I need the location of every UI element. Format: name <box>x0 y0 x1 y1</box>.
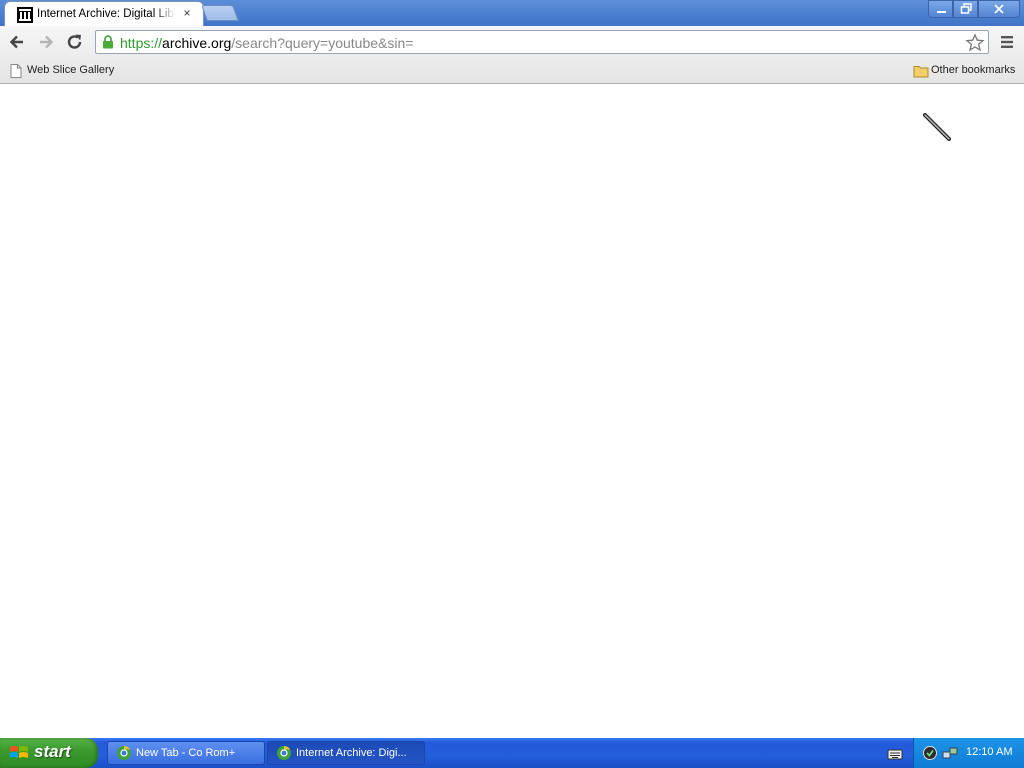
folder-icon <box>913 66 929 78</box>
clock: 12:10 AM <box>966 746 1013 758</box>
busy-cursor-icon <box>923 113 951 141</box>
url-path: /search?query=youtube&sin= <box>231 35 414 51</box>
internet-archive-icon <box>17 7 33 23</box>
restore-button[interactable] <box>953 0 978 18</box>
chrome-icon <box>277 745 291 760</box>
back-button[interactable] <box>7 32 27 52</box>
bookmarks-bar: Web Slice Gallery Other bookmarks <box>0 58 1024 84</box>
close-window-button[interactable] <box>978 0 1020 18</box>
network-icon[interactable] <box>942 745 958 761</box>
back-arrow-icon <box>9 35 23 49</box>
page-icon <box>10 64 22 78</box>
close-tab-icon[interactable]: × <box>180 6 194 20</box>
close-icon <box>994 4 1004 14</box>
url-scheme: https:// <box>120 35 163 51</box>
other-bookmarks[interactable]: Other bookmarks <box>913 63 1019 79</box>
lock-icon <box>103 35 113 49</box>
bookmark-label: Web Slice Gallery <box>27 64 115 76</box>
windows-logo-icon <box>10 746 28 758</box>
other-bookmarks-label: Other bookmarks <box>931 64 1016 76</box>
taskbar: start New Tab - Co Rom+ Internet Archive… <box>0 738 1024 768</box>
forward-arrow-icon <box>40 35 54 49</box>
security-shield-icon[interactable] <box>922 745 938 761</box>
reload-button[interactable] <box>65 32 85 52</box>
url-text[interactable]: https://archive.org/search?query=youtube… <box>120 34 413 52</box>
keyboard-icon[interactable] <box>887 747 903 761</box>
minimize-icon <box>937 11 946 13</box>
browser-tab[interactable]: Internet Archive: Digital Libra × <box>4 1 204 27</box>
bookmark-star-icon[interactable] <box>965 33 985 53</box>
tab-title: Internet Archive: Digital Libra <box>37 8 175 20</box>
restore-icon <box>960 3 972 14</box>
page-content <box>0 85 1024 739</box>
reload-icon <box>67 34 82 49</box>
system-tray: 12:10 AM <box>913 738 1024 768</box>
taskbar-item-new-tab[interactable]: New Tab - Co Rom+ <box>107 741 265 765</box>
menu-icon[interactable] <box>998 34 1016 50</box>
start-label: start <box>34 742 71 761</box>
start-button[interactable]: start <box>0 738 98 768</box>
browser-toolbar: https://archive.org/search?query=youtube… <box>0 26 1024 58</box>
chrome-icon <box>117 745 131 760</box>
taskbar-item-label: Internet Archive: Digi... <box>296 747 407 759</box>
url-host: archive.org <box>162 35 232 51</box>
taskbar-item-label: New Tab - Co Rom+ <box>136 747 236 759</box>
minimize-button[interactable] <box>928 0 953 18</box>
new-tab-button[interactable] <box>201 5 239 21</box>
taskbar-item-internet-archive[interactable]: Internet Archive: Digi... <box>267 741 425 765</box>
title-bar: Internet Archive: Digital Libra × <box>0 0 1024 27</box>
bookmark-web-slice-gallery[interactable]: Web Slice Gallery <box>9 63 119 79</box>
address-bar[interactable]: https://archive.org/search?query=youtube… <box>95 30 989 54</box>
forward-button[interactable] <box>36 32 56 52</box>
